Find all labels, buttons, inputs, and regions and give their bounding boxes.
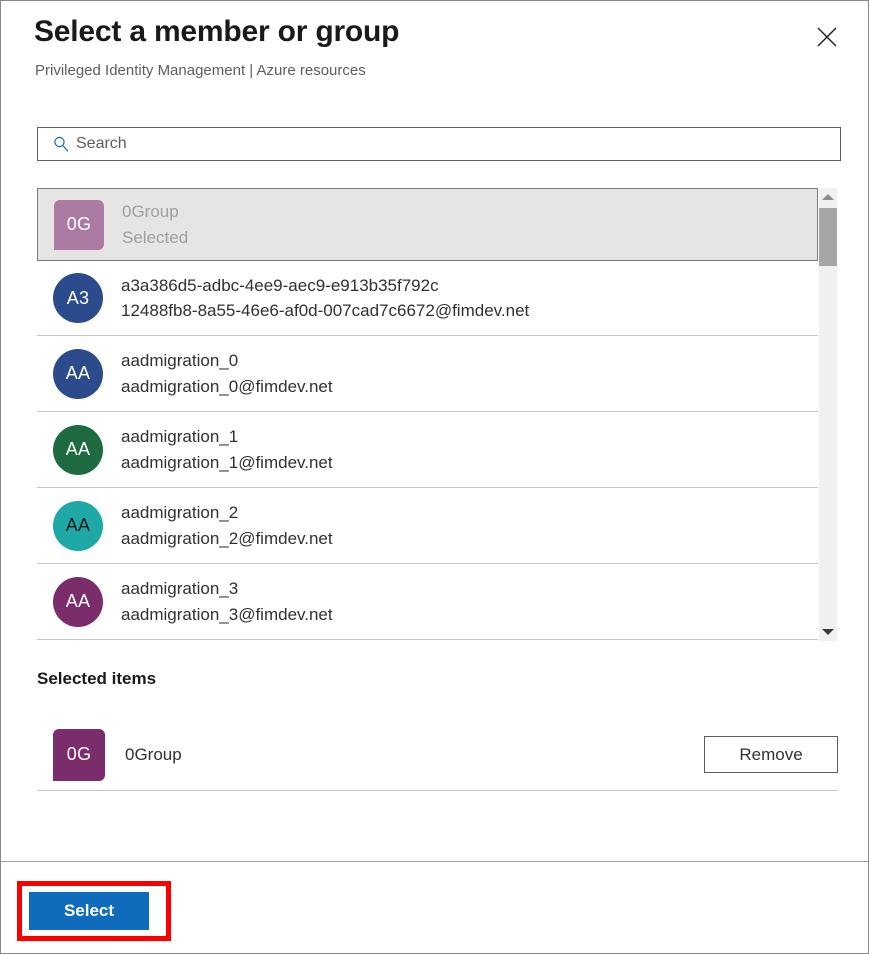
list-item[interactable]: AA aadmigration_1aadmigration_1@fimdev.ne… [37,412,818,488]
results-scrollbar[interactable] [819,188,837,641]
selected-items-heading: Selected items [37,669,156,689]
scrollbar-thumb[interactable] [819,208,837,266]
list-item-text: aadmigration_3aadmigration_3@fimdev.net [121,576,333,627]
list-item-subtitle: Selected [122,225,188,251]
search-box[interactable] [37,127,841,161]
list-item-text: aadmigration_2aadmigration_2@fimdev.net [121,500,333,551]
dialog-header: Select a member or group Privileged Iden… [1,1,869,101]
avatar: 0G [53,729,105,781]
scroll-up-button[interactable] [819,188,837,206]
list-item-subtitle: aadmigration_1@fimdev.net [121,450,333,476]
selected-item-row: 0G 0Group Remove [37,719,838,791]
list-item-title: aadmigration_0 [121,348,333,374]
list-item-title: aadmigration_2 [121,500,333,526]
list-item-subtitle: aadmigration_0@fimdev.net [121,374,333,400]
avatar: AA [53,577,103,627]
list-item: 0G 0GroupSelected [37,188,818,261]
remove-button[interactable]: Remove [704,736,838,773]
footer-divider [1,861,869,862]
breadcrumb: Privileged Identity Management | Azure r… [35,62,366,79]
list-item-text: a3a386d5-adbc-4ee9-aec9-e913b35f792c1248… [121,273,529,324]
list-item-subtitle: aadmigration_3@fimdev.net [121,602,333,628]
list-item[interactable]: AA aadmigration_0aadmigration_0@fimdev.ne… [37,336,818,412]
chevron-up-icon [822,194,834,200]
list-item-text: aadmigration_1aadmigration_1@fimdev.net [121,424,333,475]
search-input[interactable] [76,129,840,159]
list-item-title: aadmigration_1 [121,424,333,450]
select-member-or-group-dialog: Select a member or group Privileged Iden… [0,0,869,954]
avatar: AA [53,349,103,399]
list-item-text: 0GroupSelected [122,199,188,250]
chevron-down-icon [822,629,834,635]
list-item-subtitle: aadmigration_2@fimdev.net [121,526,333,552]
selected-item-name: 0Group [125,745,704,765]
list-item-title: aadmigration_3 [121,576,333,602]
scroll-down-button[interactable] [819,623,837,641]
list-item-text: aadmigration_0aadmigration_0@fimdev.net [121,348,333,399]
avatar: A3 [53,273,103,323]
results-list[interactable]: 0G 0GroupSelected A3 a3a386d5-adbc-4ee9-aec… [37,188,818,641]
close-button[interactable] [808,18,846,56]
list-item[interactable]: A3 a3a386d5-adbc-4ee9-aec9-e913b35f792c12… [37,261,818,336]
close-icon [816,26,838,48]
avatar: 0G [54,200,104,250]
page-title: Select a member or group [34,15,399,49]
results-panel: 0G 0GroupSelected A3 a3a386d5-adbc-4ee9-aec… [37,188,837,641]
list-item-subtitle: 12488fb8-8a55-46e6-af0d-007cad7c6672@fim… [121,298,529,324]
avatar: AA [53,425,103,475]
search-icon [46,135,76,153]
list-item[interactable]: AA aadmigration_2aadmigration_2@fimdev.ne… [37,488,818,564]
list-item-title: a3a386d5-adbc-4ee9-aec9-e913b35f792c [121,273,529,299]
select-button[interactable]: Select [29,892,149,930]
list-item[interactable]: AA aadmigration_3aadmigration_3@fimdev.ne… [37,564,818,640]
avatar: AA [53,501,103,551]
list-item-title: 0Group [122,199,188,225]
